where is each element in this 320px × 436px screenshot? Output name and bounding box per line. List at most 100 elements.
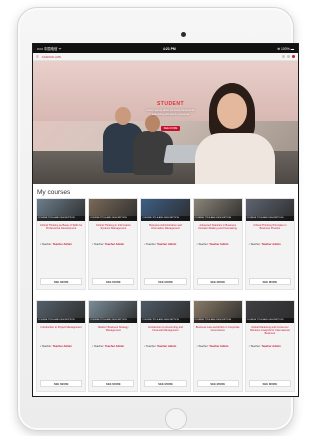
course-name-link[interactable]: Global Marketing and Consumer Behavior A… bbox=[246, 323, 294, 343]
course-thumbnail[interactable]: COURSE TITLE AND DESCRIPTION bbox=[245, 199, 294, 221]
course-teacher: • Teacher: Teacher Admin bbox=[89, 343, 137, 350]
course-teacher: • Teacher: Teacher Admin bbox=[246, 241, 294, 248]
thumbnail-label: COURSE TITLE AND DESCRIPTION bbox=[89, 216, 138, 221]
site-logo[interactable]: CANVAS LMS bbox=[42, 55, 282, 59]
course-card[interactable]: COURSE TITLE AND DESCRIPTION Business Law… bbox=[192, 300, 243, 392]
course-name-link[interactable]: Introduction to Project Management bbox=[37, 323, 85, 343]
teacher-name-link[interactable]: Teacher Admin bbox=[262, 243, 281, 246]
signal-carrier: ••••• 中国电信 ᯤ bbox=[37, 47, 62, 51]
course-name-link[interactable]: Critical Thinking in Information Systems… bbox=[89, 221, 137, 241]
screen: ••••• 中国电信 ᯤ 4:21 PM ⊕ 100% ▬ ☰ CANVAS L… bbox=[32, 43, 299, 397]
course-thumbnail[interactable]: COURSE TITLE AND DESCRIPTION bbox=[37, 199, 86, 221]
course-teacher: • Teacher: Teacher Admin bbox=[141, 343, 189, 350]
course-teacher: • Teacher: Teacher Admin bbox=[194, 241, 242, 248]
course-name-link[interactable]: Critical Thinking as Basis of Skills for… bbox=[37, 221, 85, 241]
course-card[interactable]: COURSE TITLE AND DESCRIPTION Business Adm… bbox=[140, 198, 191, 290]
battery-status: ⊕ 100% ▬ bbox=[277, 46, 294, 51]
see-more-button[interactable]: SEE MORE bbox=[40, 278, 83, 285]
course-thumbnail[interactable]: COURSE TITLE AND DESCRIPTION bbox=[141, 199, 190, 221]
course-card[interactable]: COURSE TITLE AND DESCRIPTION Critical Thi… bbox=[244, 198, 295, 290]
see-more-button[interactable]: SEE MORE bbox=[248, 278, 291, 285]
course-thumbnail[interactable]: COURSE TITLE AND DESCRIPTION bbox=[37, 301, 86, 323]
course-card[interactable]: COURSE TITLE AND DESCRIPTION Global Marke… bbox=[244, 300, 295, 392]
thumbnail-label: COURSE TITLE AND DESCRIPTION bbox=[245, 318, 294, 323]
section-title: My courses bbox=[37, 189, 71, 196]
course-card[interactable]: COURSE TITLE AND DESCRIPTION Critical Thi… bbox=[88, 198, 139, 290]
teacher-label: Teacher: bbox=[93, 345, 105, 348]
course-card[interactable]: COURSE TITLE AND DESCRIPTION Introduction… bbox=[36, 300, 87, 392]
see-more-button[interactable]: SEE MORE bbox=[248, 380, 291, 387]
teacher-label: Teacher: bbox=[250, 243, 261, 246]
teacher-label: Teacher: bbox=[41, 345, 52, 348]
notification-icon[interactable] bbox=[282, 55, 285, 58]
teacher-label: Teacher: bbox=[198, 243, 209, 246]
course-thumbnail[interactable]: COURSE TITLE AND DESCRIPTION bbox=[89, 199, 138, 221]
see-more-button[interactable]: SEE MORE bbox=[196, 278, 239, 285]
teacher-label: Teacher: bbox=[250, 345, 261, 348]
course-card[interactable]: COURSE TITLE AND DESCRIPTION Modern Busin… bbox=[88, 300, 139, 392]
teacher-label: Teacher: bbox=[198, 345, 209, 348]
hero-subtitle-line: adipiscing elit sed do eiusmod bbox=[151, 111, 190, 116]
top-nav: ☰ CANVAS LMS bbox=[33, 53, 298, 61]
teacher-name-link[interactable]: Teacher Admin bbox=[105, 243, 124, 246]
course-name-link[interactable]: Modern Business Strategy Management bbox=[89, 323, 137, 343]
teacher-label: Teacher: bbox=[146, 345, 157, 348]
hero-subtitle: Lorem ipsum dolor sit amet consectetur a… bbox=[123, 108, 218, 116]
teacher-name-link[interactable]: Teacher Admin bbox=[209, 243, 228, 246]
teacher-label: Teacher: bbox=[93, 243, 105, 246]
course-teacher: • Teacher: Teacher Admin bbox=[141, 241, 189, 248]
teacher-name-link[interactable]: Teacher Admin bbox=[105, 345, 124, 348]
course-name-link[interactable]: Critical Thinking Principles in Business… bbox=[246, 221, 294, 241]
hero-banner: STUDENT Lorem ipsum dolor sit amet conse… bbox=[33, 61, 298, 184]
course-thumbnail[interactable]: COURSE TITLE AND DESCRIPTION bbox=[193, 301, 242, 323]
teacher-name-link[interactable]: Teacher Admin bbox=[262, 345, 281, 348]
home-button[interactable] bbox=[165, 408, 187, 430]
courses-grid: COURSE TITLE AND DESCRIPTION Introduction… bbox=[33, 300, 298, 392]
teacher-name-link[interactable]: Teacher Admin bbox=[53, 243, 72, 246]
course-thumbnail[interactable]: COURSE TITLE AND DESCRIPTION bbox=[245, 301, 294, 323]
see-more-button[interactable]: SEE MORE bbox=[40, 380, 83, 387]
see-more-button[interactable]: SEE MORE bbox=[196, 380, 239, 387]
thumbnail-label: COURSE TITLE AND DESCRIPTION bbox=[89, 318, 138, 323]
course-thumbnail[interactable]: COURSE TITLE AND DESCRIPTION bbox=[141, 301, 190, 323]
hero-title: STUDENT bbox=[156, 101, 185, 107]
clock: 4:21 PM bbox=[162, 46, 176, 51]
teacher-name-link[interactable]: Teacher Admin bbox=[157, 243, 176, 246]
avatar[interactable] bbox=[292, 55, 295, 58]
course-name-link[interactable]: Introduction to Accounting and Financial… bbox=[141, 323, 189, 343]
camera-icon bbox=[181, 32, 186, 37]
status-bar: ••••• 中国电信 ᯤ 4:21 PM ⊕ 100% ▬ bbox=[33, 44, 298, 53]
menu-icon[interactable]: ☰ bbox=[36, 55, 39, 59]
hero-text: STUDENT Lorem ipsum dolor sit amet conse… bbox=[123, 101, 218, 134]
see-more-button[interactable]: SEE MORE bbox=[144, 380, 187, 387]
thumbnail-label: COURSE TITLE AND DESCRIPTION bbox=[193, 216, 242, 221]
thumbnail-label: COURSE TITLE AND DESCRIPTION bbox=[245, 216, 294, 221]
thumbnail-label: COURSE TITLE AND DESCRIPTION bbox=[37, 216, 86, 221]
teacher-name-link[interactable]: Teacher Admin bbox=[53, 345, 72, 348]
courses-grid: COURSE TITLE AND DESCRIPTION Critical Thi… bbox=[33, 198, 298, 290]
message-icon[interactable] bbox=[287, 55, 290, 58]
course-card[interactable]: COURSE TITLE AND DESCRIPTION Critical Thi… bbox=[36, 198, 87, 290]
student-head bbox=[217, 93, 247, 129]
teacher-label: Teacher: bbox=[41, 243, 52, 246]
teacher-name-link[interactable]: Teacher Admin bbox=[209, 345, 228, 348]
see-more-button[interactable]: SEE MORE bbox=[92, 278, 135, 285]
course-name-link[interactable]: Advanced Statistics in Business Decision… bbox=[194, 221, 242, 241]
course-thumbnail[interactable]: COURSE TITLE AND DESCRIPTION bbox=[89, 301, 138, 323]
thumbnail-label: COURSE TITLE AND DESCRIPTION bbox=[141, 318, 190, 323]
course-card[interactable]: COURSE TITLE AND DESCRIPTION Advanced Sta… bbox=[192, 198, 243, 290]
teacher-name-link[interactable]: Teacher Admin bbox=[157, 345, 176, 348]
course-teacher: • Teacher: Teacher Admin bbox=[37, 343, 85, 350]
course-thumbnail[interactable]: COURSE TITLE AND DESCRIPTION bbox=[193, 199, 242, 221]
course-teacher: • Teacher: Teacher Admin bbox=[194, 343, 242, 350]
thumbnail-label: COURSE TITLE AND DESCRIPTION bbox=[141, 216, 190, 221]
course-name-link[interactable]: Business Law and Ethics in Corporate Gov… bbox=[194, 323, 242, 343]
teacher-label: Teacher: bbox=[146, 243, 157, 246]
see-more-button[interactable]: SEE MORE bbox=[144, 278, 187, 285]
student-figure bbox=[195, 133, 275, 184]
see-more-button[interactable]: SEE MORE bbox=[92, 380, 135, 387]
course-teacher: • Teacher: Teacher Admin bbox=[246, 343, 294, 350]
hero-button[interactable]: SEE MORE bbox=[160, 126, 181, 132]
course-card[interactable]: COURSE TITLE AND DESCRIPTION Introduction… bbox=[140, 300, 191, 392]
course-name-link[interactable]: Business Administration and Information … bbox=[141, 221, 189, 241]
